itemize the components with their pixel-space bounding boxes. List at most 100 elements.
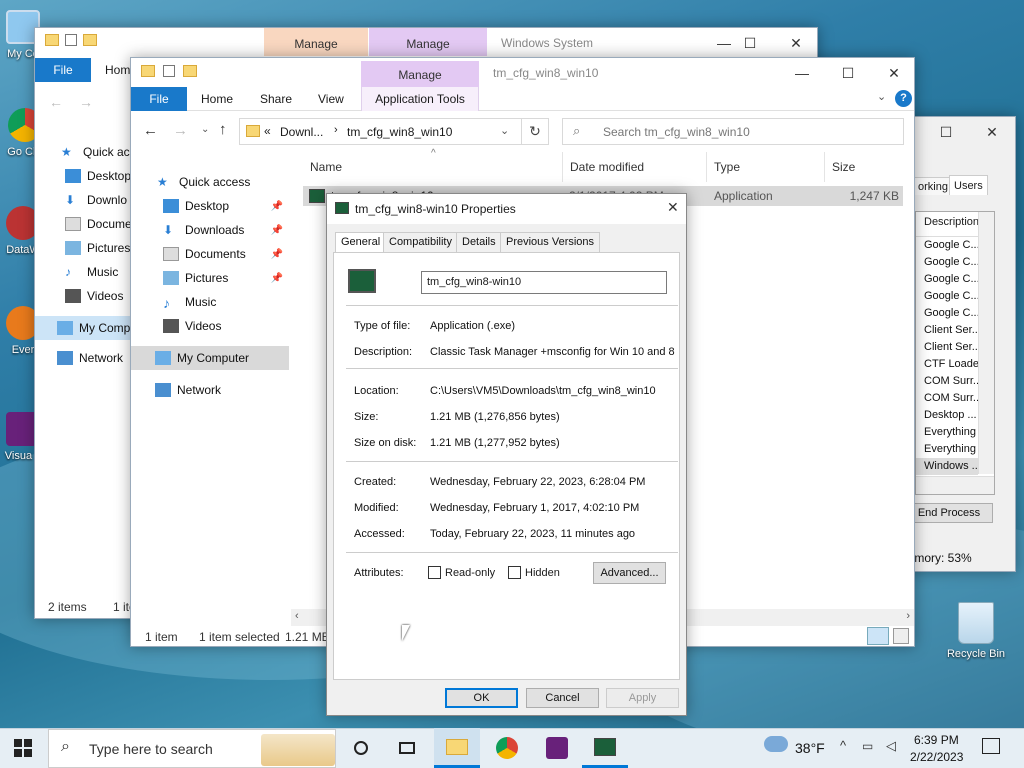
- column-date-modified[interactable]: Date modified: [563, 152, 707, 182]
- pin-icon[interactable]: 📌: [271, 249, 283, 260]
- filename-input[interactable]: tm_cfg_win8-win10: [421, 271, 667, 294]
- nav-videos[interactable]: Videos: [131, 314, 289, 338]
- chevron-down-icon[interactable]: ⌄: [877, 90, 886, 103]
- nav-network[interactable]: Network: [131, 378, 289, 402]
- tm-row[interactable]: Everything: [924, 441, 976, 458]
- help-icon[interactable]: ?: [895, 90, 912, 107]
- tab-previous-versions[interactable]: Previous Versions: [500, 232, 601, 252]
- pin-icon[interactable]: 📌: [271, 273, 283, 284]
- advanced-button[interactable]: Advanced...: [593, 562, 666, 584]
- column-size[interactable]: Size: [825, 152, 899, 182]
- tm-tab-networking[interactable]: orking: [913, 177, 953, 195]
- notification-center-icon[interactable]: [982, 738, 1000, 754]
- chevron-up-icon[interactable]: ^: [840, 738, 846, 753]
- column-name[interactable]: Name: [303, 152, 563, 182]
- manage-tab[interactable]: Manage: [361, 61, 479, 87]
- tm-row[interactable]: Desktop ...: [924, 407, 977, 424]
- address-part-downloads[interactable]: Downl...: [280, 125, 323, 139]
- tm-row[interactable]: CTF Loader: [924, 356, 983, 373]
- tm-row[interactable]: Google C...: [924, 305, 980, 322]
- tm-row[interactable]: Everything: [924, 424, 976, 441]
- task-view-icon[interactable]: [384, 728, 430, 768]
- tm-row-selected[interactable]: Windows ...: [916, 458, 978, 475]
- tm-tab-users[interactable]: Users: [949, 175, 988, 195]
- search-box[interactable]: ⌕ Search tm_cfg_win8_win10: [562, 118, 904, 145]
- back-arrow-icon[interactable]: ←: [49, 94, 63, 110]
- tm-row[interactable]: Google C...: [924, 288, 980, 305]
- tm-row[interactable]: Google C...: [924, 237, 980, 254]
- weather-cloud-icon[interactable]: [764, 736, 788, 752]
- address-bar[interactable]: « Downl... › tm_cfg_win8_win10 ⌄: [239, 118, 549, 145]
- taskbar-visual-studio[interactable]: [534, 728, 580, 768]
- nav-music[interactable]: ♪ Music: [131, 290, 289, 314]
- tm-row[interactable]: Google C...: [924, 254, 980, 271]
- scroll-right-icon[interactable]: ›: [906, 610, 910, 622]
- tm-vertical-scrollbar[interactable]: [978, 212, 994, 474]
- task-view-button[interactable]: [338, 728, 384, 768]
- scroll-left-icon[interactable]: ‹: [295, 610, 299, 622]
- nav-desktop[interactable]: Desktop 📌: [131, 194, 289, 218]
- hidden-label[interactable]: Hidden: [525, 565, 560, 581]
- tm-row[interactable]: Google C...: [924, 271, 980, 288]
- file-tab[interactable]: File: [35, 58, 91, 82]
- ribbon-tab-share[interactable]: Share: [260, 92, 292, 106]
- maximize-button[interactable]: ☐: [727, 28, 773, 58]
- taskbar-file-explorer[interactable]: [434, 728, 480, 768]
- nav-pictures[interactable]: Pictures 📌: [131, 266, 289, 290]
- readonly-label[interactable]: Read-only: [445, 565, 495, 581]
- taskbar-task-manager[interactable]: [582, 728, 628, 768]
- nav-my-computer[interactable]: My Computer: [131, 346, 289, 370]
- tm-row[interactable]: COM Surr...: [924, 373, 982, 390]
- recent-locations-chevron-icon[interactable]: ⌄: [201, 124, 209, 135]
- weather-temperature[interactable]: 38°F: [795, 740, 825, 756]
- clock-time[interactable]: 6:39 PM: [914, 733, 959, 747]
- cancel-button[interactable]: Cancel: [526, 688, 599, 708]
- readonly-checkbox[interactable]: [428, 566, 441, 579]
- tab-general[interactable]: General: [335, 232, 387, 253]
- details-view-icon[interactable]: [867, 627, 889, 645]
- manage-tab-1[interactable]: Manage: [264, 28, 368, 56]
- desktop-icon-recycle-bin[interactable]: Recycle Bin: [944, 602, 1008, 661]
- tm-column-description[interactable]: Description: [924, 216, 979, 228]
- refresh-icon[interactable]: ↻: [521, 118, 549, 145]
- tm-process-list[interactable]: Description Google C... Google C... Goog…: [915, 211, 995, 495]
- maximize-button[interactable]: ☐: [825, 58, 871, 88]
- pin-icon[interactable]: 📌: [271, 225, 283, 236]
- close-button[interactable]: ✕: [773, 28, 819, 58]
- end-process-button[interactable]: End Process: [905, 503, 993, 523]
- nav-documents[interactable]: Documents 📌: [131, 242, 289, 266]
- address-part-folder[interactable]: tm_cfg_win8_win10: [347, 125, 452, 139]
- pin-icon[interactable]: 📌: [271, 201, 283, 212]
- ribbon-tab-home[interactable]: Home: [201, 92, 233, 106]
- network-tray-icon[interactable]: ▭: [862, 739, 873, 753]
- tm-row[interactable]: Client Ser...: [924, 322, 981, 339]
- manage-tab-2[interactable]: Manage: [369, 28, 487, 56]
- large-icons-view-icon[interactable]: [893, 628, 909, 644]
- forward-arrow-icon[interactable]: →: [173, 122, 188, 139]
- nav-quick-access[interactable]: ★ Quick access: [131, 170, 289, 194]
- tm-row[interactable]: Client Ser...: [924, 339, 981, 356]
- tm-horizontal-scrollbar[interactable]: [916, 476, 994, 494]
- tm-close-button[interactable]: ✕: [969, 117, 1015, 147]
- tab-details[interactable]: Details: [456, 232, 502, 252]
- address-dropdown-icon[interactable]: ⌄: [500, 124, 509, 137]
- nav-downloads[interactable]: ⬇ Downloads 📌: [131, 218, 289, 242]
- properties-dialog[interactable]: tm_cfg_win8-win10 Properties ✕ General C…: [326, 193, 687, 716]
- taskbar-chrome[interactable]: [484, 728, 530, 768]
- start-button[interactable]: [0, 728, 46, 768]
- ribbon-tab-view[interactable]: View: [318, 92, 344, 106]
- volume-icon[interactable]: ◁: [886, 738, 896, 754]
- ok-button[interactable]: OK: [445, 688, 518, 708]
- tab-compatibility[interactable]: Compatibility: [383, 232, 458, 252]
- column-type[interactable]: Type: [707, 152, 825, 182]
- minimize-button[interactable]: —: [779, 58, 825, 88]
- address-prefix[interactable]: «: [264, 124, 271, 138]
- forward-arrow-icon[interactable]: →: [79, 94, 93, 110]
- back-arrow-icon[interactable]: ←: [143, 122, 158, 139]
- tm-maximize-button[interactable]: ☐: [923, 117, 969, 147]
- ribbon-tab-file[interactable]: File: [131, 87, 187, 111]
- tm-row[interactable]: COM Surr...: [924, 390, 982, 407]
- hidden-checkbox[interactable]: [508, 566, 521, 579]
- close-button[interactable]: ✕: [871, 58, 917, 88]
- clock-date[interactable]: 2/22/2023: [910, 750, 963, 764]
